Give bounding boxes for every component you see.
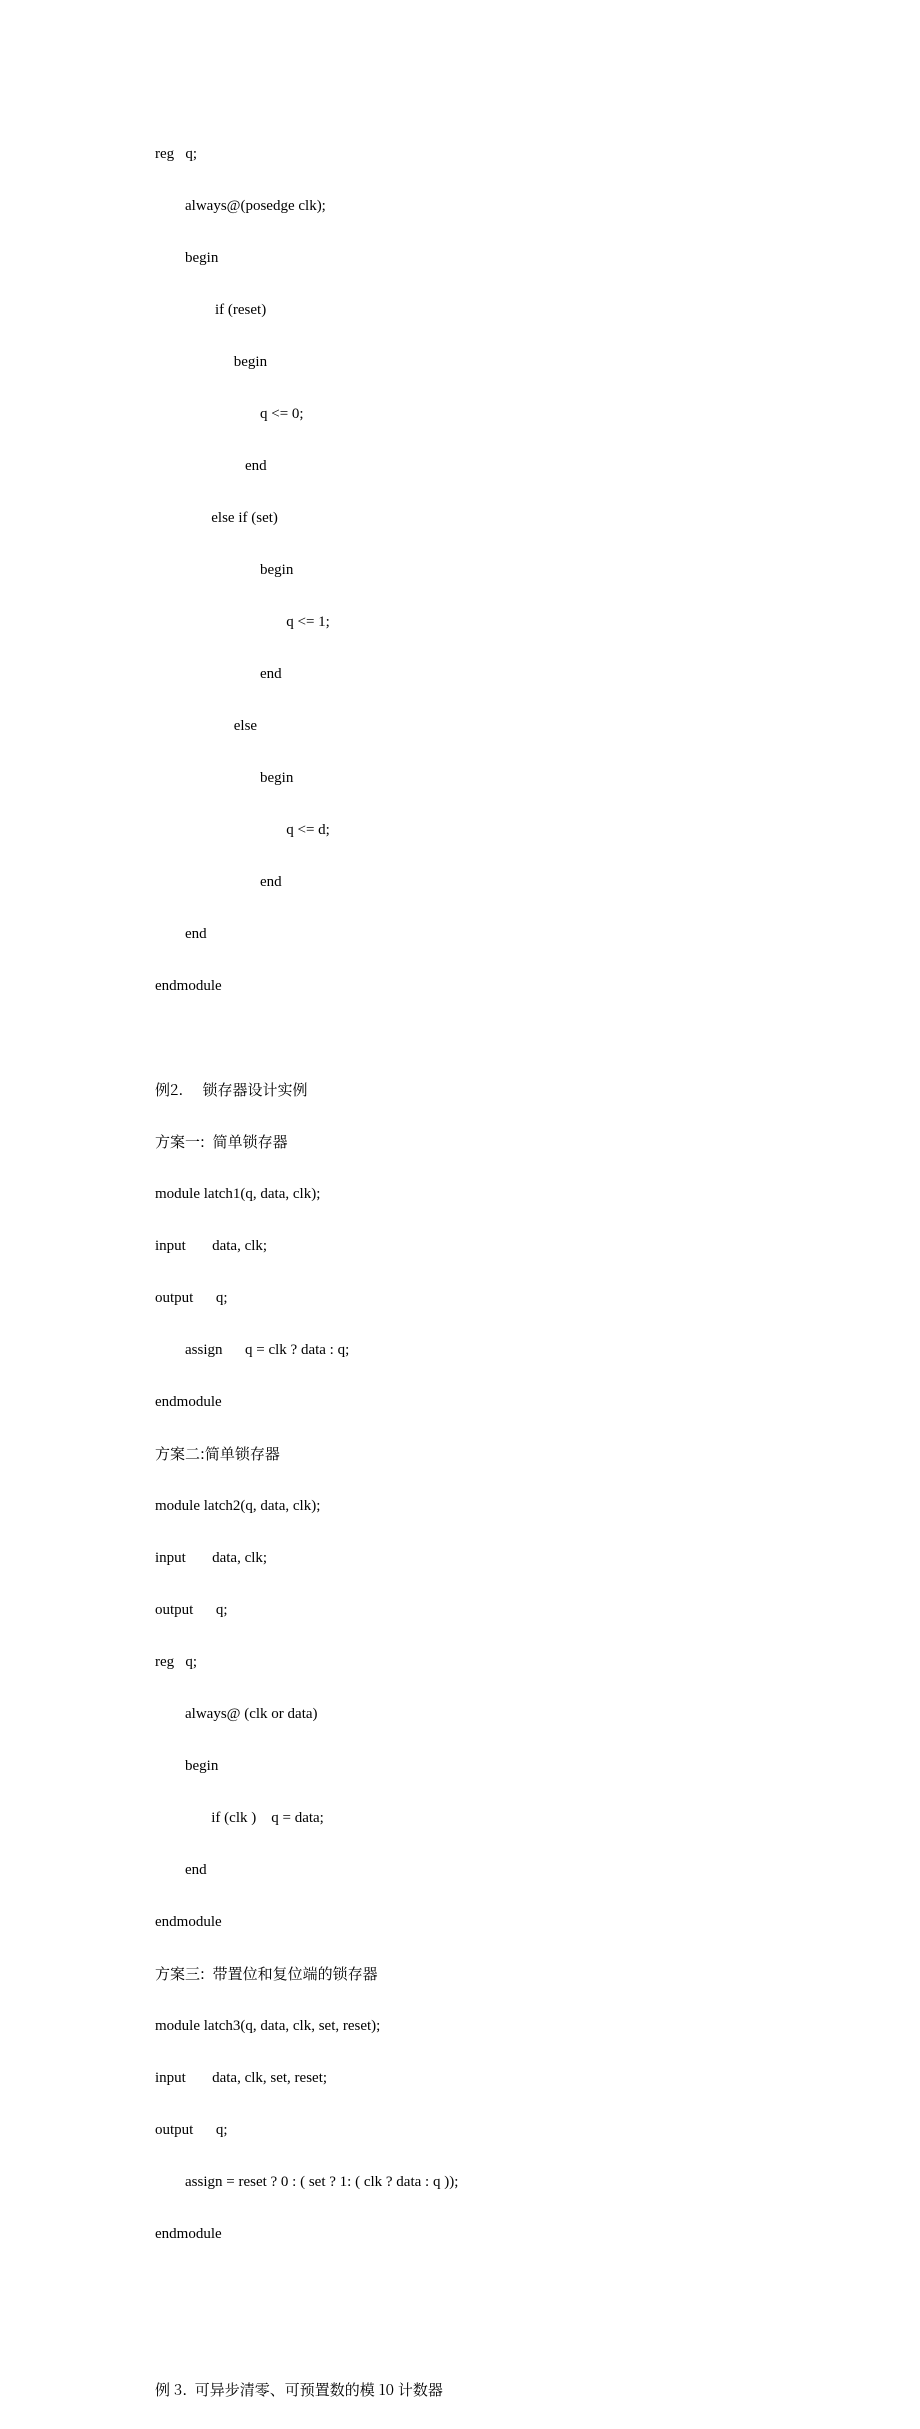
code-line: q <= 1;: [155, 609, 765, 635]
code-line: end: [155, 453, 765, 479]
code-line: always@(posedge clk);: [155, 193, 765, 219]
scheme-2-label: 方案二:简单锁存器: [155, 1441, 765, 1467]
code-line: always@ (clk or data): [155, 1701, 765, 1727]
code-line: begin: [155, 349, 765, 375]
code-line: if (reset): [155, 297, 765, 323]
blank-line: [155, 1025, 765, 1051]
code-line: reg q;: [155, 141, 765, 167]
code-line: q <= d;: [155, 817, 765, 843]
code-line: assign = reset ? 0 : ( set ? 1: ( clk ? …: [155, 2169, 765, 2195]
code-line: if (clk ) q = data;: [155, 1805, 765, 1831]
code-line: endmodule: [155, 1389, 765, 1415]
example-3-header: 例 3. 可异步清零、可预置数的模 10 计数器: [155, 2377, 765, 2403]
code-line: input data, clk;: [155, 1233, 765, 1259]
code-line: assign q = clk ? data : q;: [155, 1337, 765, 1363]
code-line: q <= 0;: [155, 401, 765, 427]
code-line: module latch1(q, data, clk);: [155, 1181, 765, 1207]
example-2-header: 例2. 锁存器设计实例: [155, 1077, 765, 1103]
code-line: module latch2(q, data, clk);: [155, 1493, 765, 1519]
scheme-1-label: 方案一: 简单锁存器: [155, 1129, 765, 1155]
code-line: endmodule: [155, 973, 765, 999]
code-line: input data, clk;: [155, 1545, 765, 1571]
code-line: end: [155, 869, 765, 895]
code-line: output q;: [155, 1285, 765, 1311]
code-line: begin: [155, 765, 765, 791]
code-line: end: [155, 921, 765, 947]
code-line: end: [155, 1857, 765, 1883]
code-line: end: [155, 661, 765, 687]
code-line: else if (set): [155, 505, 765, 531]
code-line: begin: [155, 245, 765, 271]
code-line: module latch3(q, data, clk, set, reset);: [155, 2013, 765, 2039]
blank-line: [155, 2325, 765, 2351]
code-line: endmodule: [155, 1909, 765, 1935]
code-line: reg q;: [155, 1649, 765, 1675]
blank-line: [155, 2273, 765, 2299]
document-body: reg q; always@(posedge clk); begin if (r…: [155, 115, 765, 2429]
code-line: input data, clk, set, reset;: [155, 2065, 765, 2091]
code-line: begin: [155, 1753, 765, 1779]
code-line: endmodule: [155, 2221, 765, 2247]
code-line: begin: [155, 557, 765, 583]
code-line: output q;: [155, 1597, 765, 1623]
scheme-3-label: 方案三: 带置位和复位端的锁存器: [155, 1961, 765, 1987]
code-line: output q;: [155, 2117, 765, 2143]
code-line: else: [155, 713, 765, 739]
